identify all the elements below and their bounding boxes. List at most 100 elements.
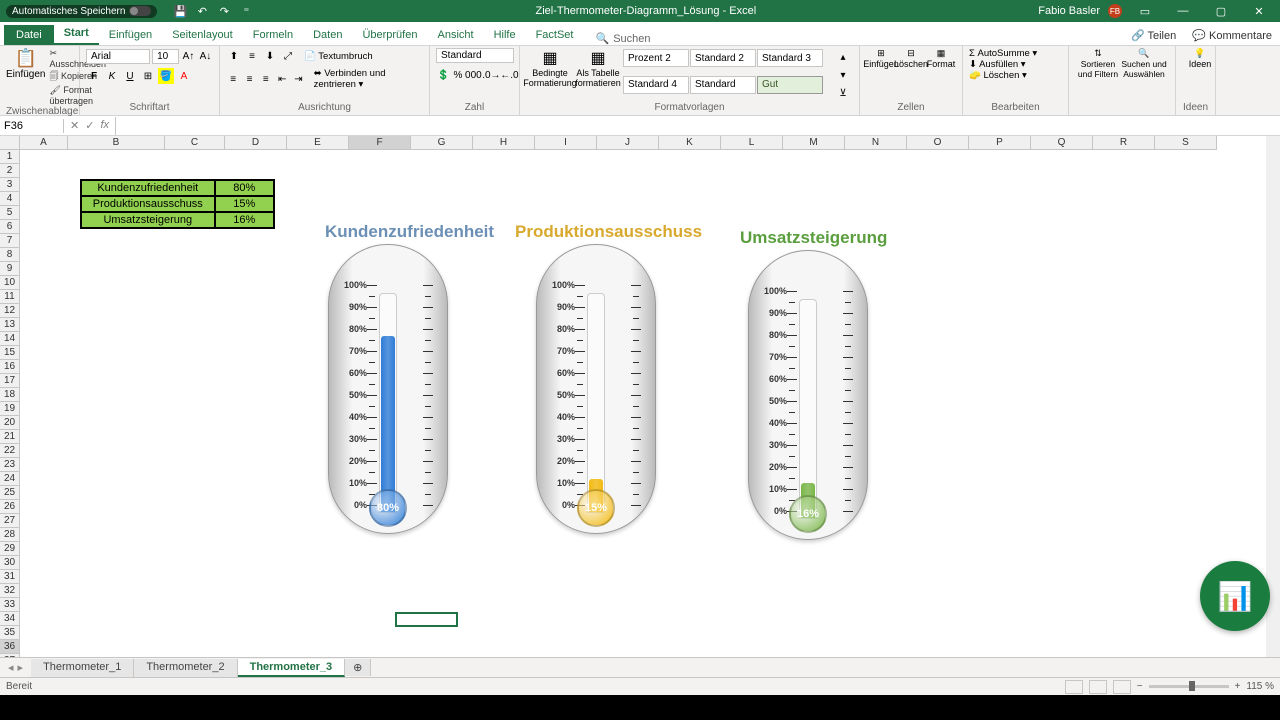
vertical-scrollbar[interactable] <box>1266 136 1280 657</box>
view-normal-icon[interactable] <box>1065 680 1083 694</box>
delete-cells-button[interactable]: ⊟Löschen <box>896 48 926 69</box>
align-right-icon[interactable]: ≡ <box>259 71 273 87</box>
wrap-text-button[interactable]: 📄 Textumbruch <box>304 51 373 62</box>
underline-button[interactable]: U <box>122 68 138 84</box>
inc-decimal-icon[interactable]: .0→ <box>483 67 499 83</box>
col-header-N[interactable]: N <box>845 136 907 150</box>
sort-filter-button[interactable]: ⇅Sortieren und Filtern <box>1075 48 1121 79</box>
row-header-30[interactable]: 30 <box>0 556 20 570</box>
style-gut[interactable]: Gut <box>757 76 823 94</box>
clear-button[interactable]: 🧽 Löschen ▾ <box>969 70 1062 81</box>
fx-icon[interactable]: fx <box>100 119 109 132</box>
row-header-35[interactable]: 35 <box>0 626 20 640</box>
format-cells-button[interactable]: ▦Format <box>926 48 956 69</box>
col-header-K[interactable]: K <box>659 136 721 150</box>
font-name-select[interactable]: Arial <box>86 49 150 64</box>
percent-icon[interactable]: % <box>452 67 463 83</box>
cancel-formula-icon[interactable]: ✕ <box>70 119 79 132</box>
zoom-in-icon[interactable]: + <box>1235 681 1241 692</box>
col-header-E[interactable]: E <box>287 136 349 150</box>
col-header-S[interactable]: S <box>1155 136 1217 150</box>
merge-button[interactable]: ⬌ Verbinden und zentrieren ▾ <box>314 68 423 90</box>
row-header-9[interactable]: 9 <box>0 262 20 276</box>
align-left-icon[interactable]: ≡ <box>226 71 240 87</box>
paste-button[interactable]: 📋 Einfügen <box>6 48 45 106</box>
view-break-icon[interactable] <box>1113 680 1131 694</box>
row-header-6[interactable]: 6 <box>0 220 20 234</box>
redo-icon[interactable]: ↷ <box>217 4 231 18</box>
tab-nav-prev-icon[interactable]: ◂ <box>8 661 14 674</box>
table-cell[interactable]: 15% <box>215 196 274 212</box>
enter-formula-icon[interactable]: ✓ <box>85 119 94 132</box>
style-standard4[interactable]: Standard 4 <box>623 76 689 94</box>
add-sheet-button[interactable]: ⊕ <box>345 659 371 676</box>
style-more-icon[interactable]: ⊻ <box>835 85 851 101</box>
font-size-select[interactable]: 10 <box>152 49 179 64</box>
tab-nav-next-icon[interactable]: ▸ <box>18 661 24 674</box>
row-header-37[interactable]: 37 <box>0 654 20 657</box>
select-all-corner[interactable] <box>0 136 20 150</box>
row-header-11[interactable]: 11 <box>0 290 20 304</box>
table-cell[interactable]: Umsatzsteigerung <box>81 212 215 228</box>
tab-data[interactable]: Daten <box>303 25 352 45</box>
col-header-J[interactable]: J <box>597 136 659 150</box>
row-header-34[interactable]: 34 <box>0 612 20 626</box>
tab-formulas[interactable]: Formeln <box>243 25 303 45</box>
row-header-24[interactable]: 24 <box>0 472 20 486</box>
sheet-tab[interactable]: Thermometer_1 <box>31 659 134 677</box>
sheet-tab[interactable]: Thermometer_2 <box>134 659 237 677</box>
minimize-icon[interactable]: — <box>1168 0 1198 22</box>
row-header-19[interactable]: 19 <box>0 402 20 416</box>
tab-page-layout[interactable]: Seitenlayout <box>162 25 243 45</box>
col-header-I[interactable]: I <box>535 136 597 150</box>
row-header-26[interactable]: 26 <box>0 500 20 514</box>
style-standard2[interactable]: Standard 2 <box>690 49 756 67</box>
row-header-25[interactable]: 25 <box>0 486 20 500</box>
row-header-27[interactable]: 27 <box>0 514 20 528</box>
row-header-1[interactable]: 1 <box>0 150 20 164</box>
row-header-5[interactable]: 5 <box>0 206 20 220</box>
col-header-M[interactable]: M <box>783 136 845 150</box>
dec-decimal-icon[interactable]: ←.0 <box>501 67 517 83</box>
auto-save-toggle[interactable]: Automatisches Speichern <box>6 5 157 18</box>
row-header-16[interactable]: 16 <box>0 360 20 374</box>
row-header-33[interactable]: 33 <box>0 598 20 612</box>
format-as-table-button[interactable]: ▦Als Tabelle formatieren <box>574 48 622 102</box>
font-color-button[interactable]: A <box>176 68 192 84</box>
row-header-32[interactable]: 32 <box>0 584 20 598</box>
name-box[interactable]: F36 <box>0 119 64 133</box>
view-layout-icon[interactable] <box>1089 680 1107 694</box>
style-standard3[interactable]: Standard 3 <box>757 49 823 67</box>
row-header-3[interactable]: 3 <box>0 178 20 192</box>
style-standard[interactable]: Standard <box>690 76 756 94</box>
currency-icon[interactable]: 💲 <box>436 67 450 83</box>
style-percent2[interactable]: Prozent 2 <box>623 49 689 67</box>
row-header-29[interactable]: 29 <box>0 542 20 556</box>
tab-help[interactable]: Hilfe <box>484 25 526 45</box>
row-header-4[interactable]: 4 <box>0 192 20 206</box>
thermometer-chart[interactable]: 100%90%80%70%60%50%40%30%20%10%0%15% <box>526 244 666 564</box>
row-header-31[interactable]: 31 <box>0 570 20 584</box>
avatar[interactable]: FB <box>1108 4 1122 18</box>
worksheet[interactable]: ABCDEFGHIJKLMNOPQRS 12345678910111213141… <box>0 136 1280 657</box>
col-header-F[interactable]: F <box>349 136 411 150</box>
zoom-out-icon[interactable]: − <box>1137 681 1143 692</box>
tab-home[interactable]: Start <box>54 23 99 45</box>
col-header-L[interactable]: L <box>721 136 783 150</box>
close-icon[interactable]: ✕ <box>1244 0 1274 22</box>
insert-cells-button[interactable]: ⊞Einfügen <box>866 48 896 69</box>
col-header-A[interactable]: A <box>20 136 68 150</box>
conditional-format-button[interactable]: ▦Bedingte Formatierung <box>526 48 574 102</box>
tab-file[interactable]: Datei <box>4 25 54 45</box>
row-header-22[interactable]: 22 <box>0 444 20 458</box>
row-header-28[interactable]: 28 <box>0 528 20 542</box>
fill-button[interactable]: ⬇ Ausfüllen ▾ <box>969 59 1062 70</box>
row-header-7[interactable]: 7 <box>0 234 20 248</box>
tab-view[interactable]: Ansicht <box>427 25 483 45</box>
save-icon[interactable]: 💾 <box>173 4 187 18</box>
comments-button[interactable]: 💬 Kommentare <box>1184 26 1280 45</box>
col-header-B[interactable]: B <box>68 136 165 150</box>
col-header-D[interactable]: D <box>225 136 287 150</box>
align-center-icon[interactable]: ≡ <box>242 71 256 87</box>
table-cell[interactable]: Produktionsausschuss <box>81 196 215 212</box>
